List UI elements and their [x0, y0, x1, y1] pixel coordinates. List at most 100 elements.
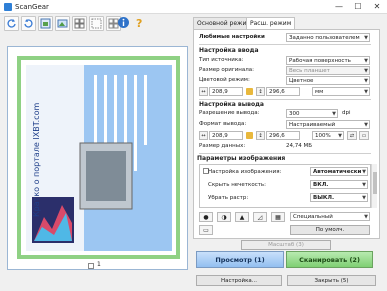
output-width-field[interactable]: 208,9: [209, 131, 243, 140]
close-button[interactable]: Закрыть (5): [287, 275, 376, 286]
help-icon[interactable]: ?: [133, 16, 148, 31]
rotate-left-icon[interactable]: [4, 16, 19, 31]
output-settings-title: Настройка вывода: [199, 101, 264, 108]
favorites-label: Любимые настройки: [199, 34, 265, 40]
params-list: Настройка изображения: Автоматически ▼ Ск…: [199, 164, 371, 208]
format-select[interactable]: Настраиваемый ▼: [286, 120, 370, 129]
color-balance-icon[interactable]: ●: [199, 212, 213, 222]
output-height-field[interactable]: 296,6: [266, 131, 300, 140]
color-mode-select[interactable]: Цветное ▼: [286, 76, 370, 85]
page-checkbox[interactable]: [88, 263, 94, 269]
unit-select[interactable]: мм ▼: [312, 87, 370, 96]
input-width-field[interactable]: 208,9: [209, 87, 243, 96]
tab-advanced-mode[interactable]: Расш. режим: [246, 17, 296, 29]
resolution-unit: dpi: [342, 110, 351, 116]
ratio-icon[interactable]: ▭: [359, 131, 369, 140]
scale-value: 100%: [315, 133, 331, 139]
scrollbar-thumb[interactable]: [373, 172, 377, 194]
params-title: Параметры изображения: [197, 155, 286, 162]
param-value-sharpness: ВКЛ.: [313, 182, 329, 188]
chevron-down-icon: ▼: [362, 195, 366, 201]
settings-scroll: Любимые настройки Заданно пользователем ▼…: [193, 29, 380, 239]
window-title: ScanGear: [15, 3, 49, 11]
swap-orientation-icon[interactable]: ⇄: [347, 131, 357, 140]
original-size-value: Весь планшет: [289, 68, 330, 74]
info-icon[interactable]: [117, 16, 132, 31]
width-stepper-icon[interactable]: ↔: [199, 131, 208, 140]
default-button[interactable]: По умолч.: [290, 225, 370, 235]
zoom-button[interactable]: Масштаб (3): [241, 240, 331, 250]
preset-select[interactable]: Специальный ▼: [290, 212, 370, 221]
tone-curve-icon[interactable]: ◿: [253, 212, 267, 222]
format-value: Настраиваемый: [289, 122, 336, 128]
close-window-button[interactable]: ✕: [369, 0, 385, 14]
maximize-button[interactable]: ☐: [350, 0, 366, 14]
chevron-down-icon: ▼: [362, 169, 366, 175]
aspect-lock-icon[interactable]: [246, 88, 253, 95]
resolution-select[interactable]: 300 ▼: [286, 109, 338, 118]
param-select-sharpness[interactable]: ВКЛ. ▼: [310, 180, 368, 189]
param-select-adjust[interactable]: Автоматически ▼: [310, 167, 368, 176]
resolution-value: 300: [289, 111, 300, 117]
param-label-sharpness: Скрыть нечеткость:: [208, 182, 267, 188]
scan-button[interactable]: Сканировать (2): [286, 251, 373, 268]
chevron-down-icon: ▼: [364, 68, 368, 74]
original-size-select[interactable]: Весь планшет ▼: [286, 66, 370, 75]
param-label-adjust: Настройка изображения:: [208, 169, 282, 175]
rotate-right-icon[interactable]: [21, 16, 36, 31]
page-marker: 1: [97, 261, 101, 268]
scale-select[interactable]: 100% ▼: [312, 131, 344, 140]
chevron-down-icon: ▼: [364, 78, 368, 84]
data-size-value: 24,74 МБ: [286, 143, 313, 149]
width-stepper-icon[interactable]: ↔: [199, 87, 208, 96]
mirror-icon[interactable]: [55, 16, 70, 31]
svg-text:?: ?: [136, 17, 142, 29]
chevron-down-icon: ▼: [338, 133, 342, 139]
param-value-adjust: Автоматически: [313, 169, 362, 175]
param-value-descreen: ВЫКЛ.: [313, 195, 335, 201]
color-mode-value: Цветное: [289, 78, 314, 84]
input-settings-title: Настройка ввода: [199, 47, 259, 54]
title-bar: ScanGear — ☐ ✕: [0, 0, 387, 14]
source-label: Тип источника:: [199, 57, 244, 63]
chevron-down-icon: ▼: [364, 122, 368, 128]
divider: [199, 99, 371, 100]
aspect-lock-icon[interactable]: [246, 132, 253, 139]
data-size-label: Размер данных:: [199, 143, 246, 149]
params-scrollbar[interactable]: [371, 164, 377, 208]
divider: [199, 153, 371, 154]
input-height-field[interactable]: 296,6: [266, 87, 300, 96]
preview-button[interactable]: Просмотр (1): [196, 251, 284, 268]
auto-crop-icon[interactable]: [38, 16, 53, 31]
source-value: Рабочая поверхность: [289, 58, 351, 64]
threshold-icon[interactable]: ▦: [271, 212, 285, 222]
original-size-label: Размер оригинала:: [199, 67, 254, 73]
resolution-label: Разрешение вывода:: [199, 110, 260, 116]
color-mode-label: Цветовой режим:: [199, 77, 250, 83]
chevron-down-icon: ▼: [364, 58, 368, 64]
chevron-down-icon: ▼: [332, 111, 336, 117]
minimize-button[interactable]: —: [331, 0, 347, 14]
favorites-select[interactable]: Заданно пользователем ▼: [286, 33, 370, 42]
height-stepper-icon[interactable]: ↕: [256, 131, 265, 140]
preset-value: Специальный: [293, 214, 333, 220]
format-label: Формат вывода:: [199, 121, 247, 127]
unit-value: мм: [315, 89, 324, 95]
param-select-descreen[interactable]: ВЫКЛ. ▼: [310, 193, 368, 202]
thumbnail-icon: [72, 23, 87, 31]
settings-button[interactable]: Настройка...: [196, 275, 282, 286]
chevron-down-icon: ▼: [364, 89, 368, 95]
height-stepper-icon[interactable]: ↕: [256, 87, 265, 96]
preview-area[interactable]: Кратко о портале IXBT.com: [7, 46, 188, 270]
monitor-icon[interactable]: ▭: [199, 225, 213, 235]
chevron-down-icon: ▼: [362, 182, 366, 188]
chevron-down-icon: ▼: [364, 35, 368, 41]
chevron-down-icon: ▼: [364, 214, 368, 220]
preview-ad-title: Кратко о портале IXBT.com: [32, 102, 41, 217]
source-select[interactable]: Рабочая поверхность ▼: [286, 56, 370, 65]
param-label-descreen: Убрать растр:: [208, 195, 249, 201]
app-icon: [4, 3, 12, 11]
settings-panel: Основной режим Расш. режим Любимые настр…: [193, 15, 380, 271]
brightness-icon[interactable]: ◑: [217, 212, 231, 222]
histogram-icon[interactable]: ▲: [235, 212, 249, 222]
